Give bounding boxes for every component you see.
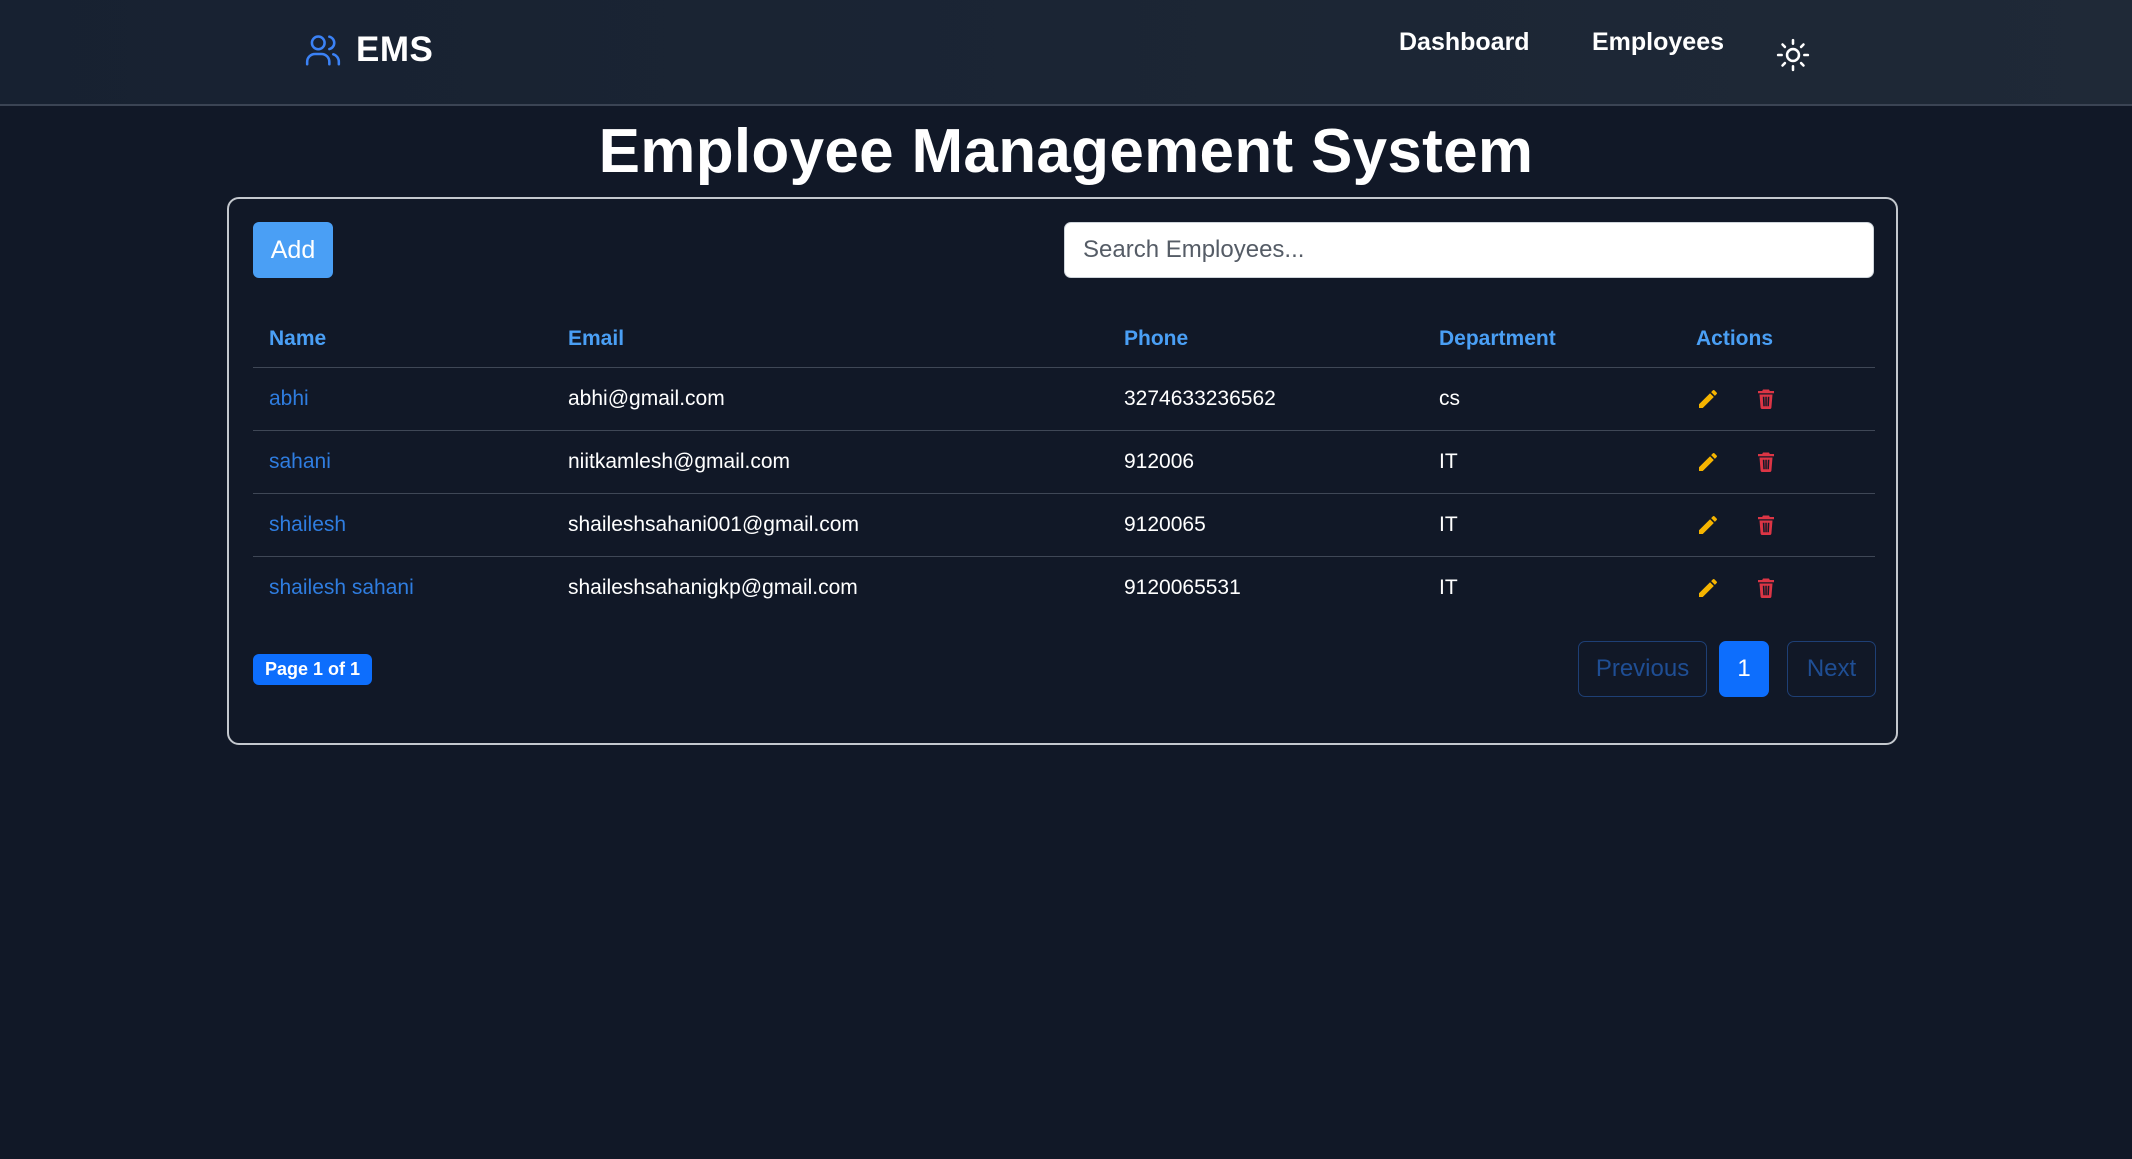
table-row: abhi abhi@gmail.com 3274633236562 cs [253,367,1875,431]
column-header-phone[interactable]: Phone [1108,311,1423,368]
next-page-button[interactable]: Next [1787,641,1876,697]
column-header-department[interactable]: Department [1423,311,1680,368]
row-actions [1680,493,1875,557]
employee-department: cs [1423,367,1680,431]
row-actions [1680,556,1875,619]
employee-name-link[interactable]: shailesh [253,493,552,557]
table-row: shailesh sahani shaileshsahanigkp@gmail.… [253,556,1875,619]
pencil-icon[interactable] [1696,450,1720,474]
top-navbar: EMS Dashboard Employees [0,0,2132,106]
employee-department: IT [1423,493,1680,557]
table-row: sahani niitkamlesh@gmail.com 912006 IT [253,430,1875,494]
pencil-icon[interactable] [1696,513,1720,537]
employee-name-link[interactable]: shailesh sahani [253,556,552,619]
pencil-icon[interactable] [1696,387,1720,411]
page-indicator-badge: Page 1 of 1 [253,654,373,685]
trash-icon[interactable] [1754,450,1778,474]
add-button[interactable]: Add [253,222,333,278]
employee-email: shaileshsahani001@gmail.com [552,493,1108,557]
column-header-name[interactable]: Name [253,311,552,368]
trash-icon[interactable] [1754,513,1778,537]
nav-link-employees[interactable]: Employees [1592,28,1724,57]
employee-department: IT [1439,575,1458,599]
employee-phone: 9120065531 [1124,575,1241,599]
employee-name-link[interactable]: sahani [253,430,552,494]
employee-name-link[interactable]: abhi [253,367,552,431]
employees-card: Add Name Email Phone Department Actions … [227,197,1898,745]
trash-icon[interactable] [1754,387,1778,411]
pencil-icon[interactable] [1696,576,1720,600]
column-header-actions: Actions [1680,311,1875,368]
nav-link-dashboard[interactable]: Dashboard [1399,28,1530,57]
row-actions [1680,430,1875,494]
previous-page-button[interactable]: Previous [1578,641,1707,697]
column-header-email[interactable]: Email [552,311,1108,368]
employee-email: niitkamlesh@gmail.com [552,430,1108,494]
sun-icon[interactable] [1776,38,1810,72]
employee-email: shaileshsahanigkp@gmail.com [568,575,858,599]
search-input[interactable] [1064,222,1874,278]
row-actions [1680,367,1875,431]
employee-department: IT [1423,430,1680,494]
employee-phone: 912006 [1108,430,1423,494]
brand[interactable]: EMS [304,30,433,70]
trash-icon[interactable] [1754,576,1778,600]
table-row: shailesh shaileshsahani001@gmail.com 912… [253,493,1875,557]
brand-name: EMS [356,30,434,69]
page-1-button[interactable]: 1 [1719,641,1769,697]
users-icon [304,31,342,69]
table-header-row: Name Email Phone Department Actions [253,311,1875,368]
employee-email: abhi@gmail.com [552,367,1108,431]
employee-phone: 3274633236562 [1108,367,1423,431]
employees-table: Name Email Phone Department Actions abhi… [253,311,1875,619]
page-title: Employee Management System [598,117,1534,186]
employee-phone: 9120065 [1108,493,1423,557]
